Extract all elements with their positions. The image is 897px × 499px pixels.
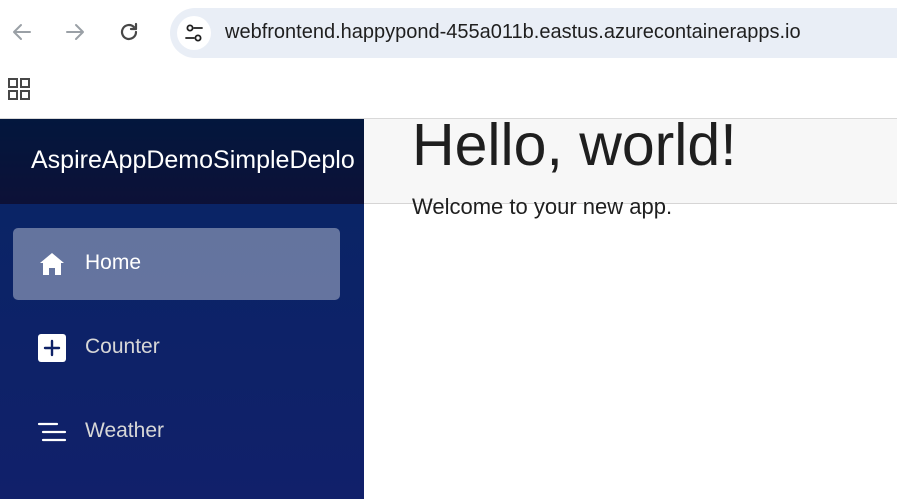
welcome-text: Welcome to your new app. <box>412 194 673 219</box>
arrow-left-icon <box>13 24 31 40</box>
main-content: Hello, world! Welcome to your new app. <box>412 110 737 220</box>
url-text[interactable]: webfrontend.happypond-455a011b.eastus.az… <box>225 21 801 44</box>
site-info-button[interactable] <box>177 16 211 50</box>
forward-button[interactable] <box>58 15 92 49</box>
page-title: Hello, world! <box>412 112 737 178</box>
nav-item-home[interactable]: Home <box>13 228 340 300</box>
nav-menu: Home Counter Weather <box>0 204 364 499</box>
arrow-right-icon <box>66 24 84 40</box>
nav-item-label: Home <box>85 251 142 274</box>
app-brand-link[interactable]: AspireAppDemoSimpleDeplo <box>31 146 355 175</box>
address-bar[interactable]: webfrontend.happypond-455a011b.eastus.az… <box>170 8 897 58</box>
tune-icon <box>185 24 203 42</box>
apps-grid-icon[interactable] <box>7 77 31 101</box>
reload-icon <box>120 22 138 41</box>
browser-toolbar: webfrontend.happypond-455a011b.eastus.az… <box>0 0 897 66</box>
list-lines-icon <box>37 417 67 447</box>
back-button[interactable] <box>5 15 39 49</box>
sidebar: AspireAppDemoSimpleDeplo Home Counter We… <box>0 119 364 499</box>
nav-item-label: Counter <box>85 335 160 358</box>
nav-item-weather[interactable]: Weather <box>13 396 340 468</box>
nav-item-counter[interactable]: Counter <box>13 312 340 384</box>
plus-square-icon <box>37 333 67 363</box>
reload-button[interactable] <box>112 15 146 49</box>
nav-item-label: Weather <box>85 419 164 442</box>
house-icon <box>37 249 67 279</box>
brand-bar: AspireAppDemoSimpleDeplo <box>0 119 364 204</box>
